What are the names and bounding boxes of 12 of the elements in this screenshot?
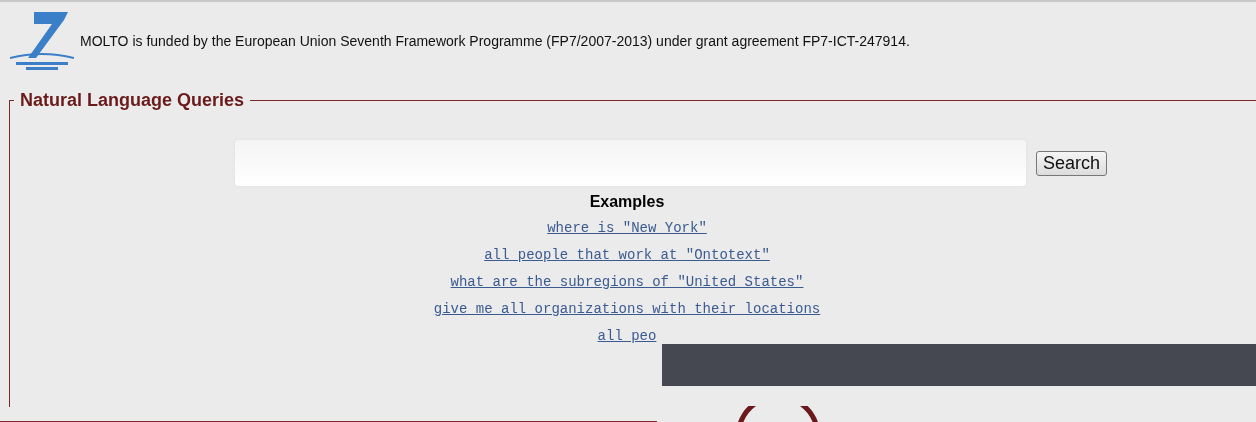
panel-legend: Natural Language Queries: [14, 90, 251, 111]
ring-icon: [737, 406, 819, 422]
example-link[interactable]: all peo: [597, 328, 657, 345]
example-link[interactable]: all people that work at "Ontotext": [484, 247, 770, 264]
search-button[interactable]: Search: [1035, 150, 1107, 176]
example-link[interactable]: give me all organizations with their locations: [433, 301, 821, 318]
fp7-logo: [10, 10, 74, 72]
search-field[interactable]: [234, 140, 1026, 186]
example-link[interactable]: what are the subregions of "United States": [450, 274, 804, 291]
funding-text: MOLTO is funded by the European Union Seventh Framework Programme (FP7/2007-2013) under grant agreement FP7-ICT-247914.: [80, 33, 910, 49]
example-link[interactable]: where is "New York": [547, 220, 707, 237]
examples-heading: Examples: [589, 192, 665, 212]
